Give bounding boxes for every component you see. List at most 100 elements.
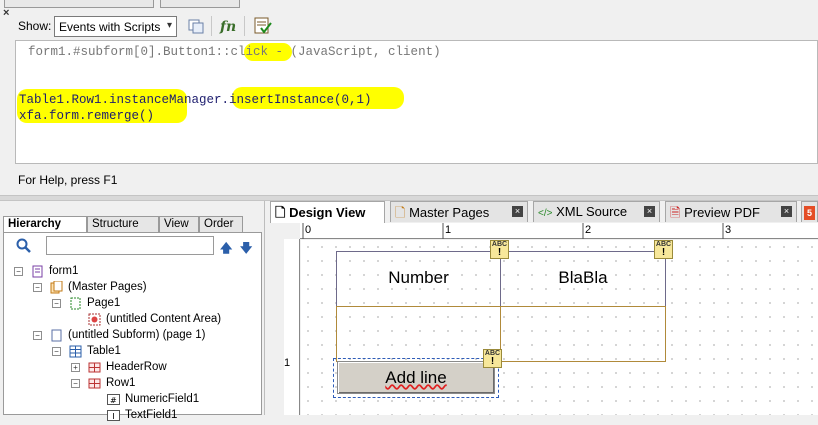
table-cell[interactable]: [336, 306, 501, 362]
hierarchy-panel: Hierarchy Structure View Order 🡅 🡇 − for…: [0, 201, 265, 421]
tab-design-view[interactable]: 🗋 Design View: [270, 201, 385, 223]
ruler-label: 1: [284, 357, 291, 369]
master-pages-icon: [50, 280, 63, 294]
collapse-icon[interactable]: −: [52, 299, 61, 308]
tree-item-label: (untitled Subform) (page 1): [68, 329, 206, 341]
table-header-label: BlaBla: [558, 268, 608, 287]
close-tab-icon[interactable]: ×: [644, 206, 655, 217]
tree-item-label: NumericField1: [125, 393, 200, 405]
design-area: 🗋 Design View 🗋 Master Pages × </> XML S…: [268, 201, 818, 415]
tree-item-subform[interactable]: − (untitled Subform) (page 1): [4, 328, 254, 344]
tab-order[interactable]: Order: [199, 216, 243, 232]
tree-item-textfield1[interactable]: TextField1: [4, 408, 254, 424]
horizontal-ruler[interactable]: 0 1 2 3: [300, 223, 818, 239]
tree-item-form1[interactable]: − form1: [4, 264, 254, 280]
table-header-cell[interactable]: BlaBla: [500, 251, 666, 307]
close-icon[interactable]: ×: [3, 7, 9, 19]
top-tab-strip: [0, 0, 260, 8]
tree-item-master-pages[interactable]: − (Master Pages): [4, 280, 254, 296]
tab-master-pages[interactable]: 🗋 Master Pages ×: [390, 201, 528, 222]
xml-icon: </>: [538, 208, 553, 219]
table-icon: [69, 345, 82, 358]
ruler-corner: [270, 223, 300, 239]
form-icon: [31, 265, 44, 278]
tree-item-label: Row1: [106, 377, 136, 389]
tree-item-headerrow[interactable]: + HeaderRow: [4, 360, 254, 376]
script-badge-icon[interactable]: ABC!: [483, 349, 502, 368]
ruler-label: 2: [585, 224, 592, 236]
tree-item-content-area[interactable]: (untitled Content Area): [4, 312, 254, 328]
tree-item-label: form1: [49, 265, 79, 277]
pdf-icon: 🗎: [670, 205, 681, 220]
document-tabs: 🗋 Design View 🗋 Master Pages × </> XML S…: [270, 201, 818, 223]
html5-icon: 5: [804, 206, 815, 220]
expand-icon[interactable]: +: [71, 363, 80, 372]
code-line: Table1.Row1.instanceManager.insertInstan…: [19, 93, 372, 107]
row-icon: [88, 361, 101, 374]
check-script-icon[interactable]: [253, 16, 273, 36]
row-icon: [88, 377, 101, 390]
design-canvas[interactable]: Number BlaBla ABC! ABC! Add line ABC!: [301, 240, 818, 415]
vertical-ruler[interactable]: 1: [284, 239, 300, 415]
script-editor-panel: × Show: Events with Scripts ▾ fn form1.#…: [0, 0, 818, 195]
tree-item-table1[interactable]: − Table1: [4, 344, 254, 360]
tree-item-label: HeaderRow: [106, 361, 167, 373]
table-header-cell[interactable]: Number: [336, 251, 501, 307]
tab-xml-source[interactable]: </> XML Source ×: [533, 201, 660, 222]
svg-text:fn: fn: [219, 19, 236, 35]
function-icon[interactable]: fn: [219, 16, 239, 36]
tab-preview-pdf[interactable]: 🗎 Preview PDF ×: [665, 201, 797, 222]
table-header-label: Number: [388, 268, 449, 287]
tab-label: Design View: [289, 205, 366, 220]
close-tab-icon[interactable]: ×: [781, 206, 792, 217]
tab-label: Master Pages: [409, 205, 490, 220]
collapse-icon[interactable]: −: [71, 379, 80, 388]
tree-item-numericfield1[interactable]: # NumericField1: [4, 392, 254, 408]
page-icon: [69, 297, 82, 310]
text-field-icon: [107, 409, 120, 422]
table-cell[interactable]: [500, 306, 666, 362]
collapse-icon[interactable]: −: [52, 347, 61, 356]
tree-item-row1[interactable]: − Row1: [4, 376, 254, 392]
toolbar-separator: [244, 16, 245, 36]
add-line-button[interactable]: Add line: [337, 361, 495, 394]
script-badge-icon[interactable]: ABC!: [654, 240, 673, 259]
script-badge-icon[interactable]: ABC!: [490, 240, 509, 259]
show-dropdown[interactable]: Events with Scripts ▾: [54, 16, 177, 37]
tree-item-label: (Master Pages): [68, 281, 147, 293]
page-icon: 🗋: [395, 205, 406, 220]
tree-item-page1[interactable]: − Page1: [4, 296, 254, 312]
code-line: xfa.form.remerge(): [19, 109, 155, 123]
arrow-down-icon[interactable]: 🡇: [240, 239, 252, 260]
chevron-down-icon: ▾: [166, 20, 172, 31]
tab-stub[interactable]: [160, 0, 240, 8]
toolbar-separator: [211, 16, 212, 36]
tab-label: Preview PDF: [684, 205, 760, 220]
hierarchy-tree-panel: 🡅 🡇 − form1 − (Master Pages) − Page1 (un…: [3, 232, 262, 421]
show-label: Show:: [18, 19, 52, 33]
copy-icon[interactable]: [186, 16, 206, 36]
collapse-icon[interactable]: −: [33, 283, 42, 292]
script-header: form1.#subform[0].Button1::click - (Java…: [28, 45, 441, 59]
tab-view[interactable]: View: [159, 216, 199, 232]
search-icon[interactable]: [16, 238, 32, 257]
page-icon: 🗋: [275, 205, 286, 220]
close-tab-icon[interactable]: ×: [512, 206, 523, 217]
collapse-icon[interactable]: −: [14, 267, 23, 276]
tab-hierarchy[interactable]: Hierarchy: [3, 216, 87, 232]
ruler-label: 1: [445, 224, 452, 236]
ruler-label: 0: [305, 224, 312, 236]
status-help-text: For Help, press F1: [18, 173, 118, 187]
button-label: Add line: [385, 368, 447, 387]
tab-label: XML Source: [556, 204, 628, 219]
tab-html5[interactable]: 5: [801, 201, 818, 222]
content-area-icon: [88, 313, 101, 326]
tree-item-label: Table1: [87, 345, 121, 357]
show-dropdown-value: Events with Scripts: [59, 20, 161, 34]
tab-stub[interactable]: [4, 0, 154, 8]
tab-structure[interactable]: Structure: [87, 216, 159, 232]
script-editor[interactable]: form1.#subform[0].Button1::click - (Java…: [15, 40, 818, 164]
search-input[interactable]: [46, 236, 214, 255]
arrow-up-icon[interactable]: 🡅: [220, 239, 232, 260]
collapse-icon[interactable]: −: [33, 331, 42, 340]
